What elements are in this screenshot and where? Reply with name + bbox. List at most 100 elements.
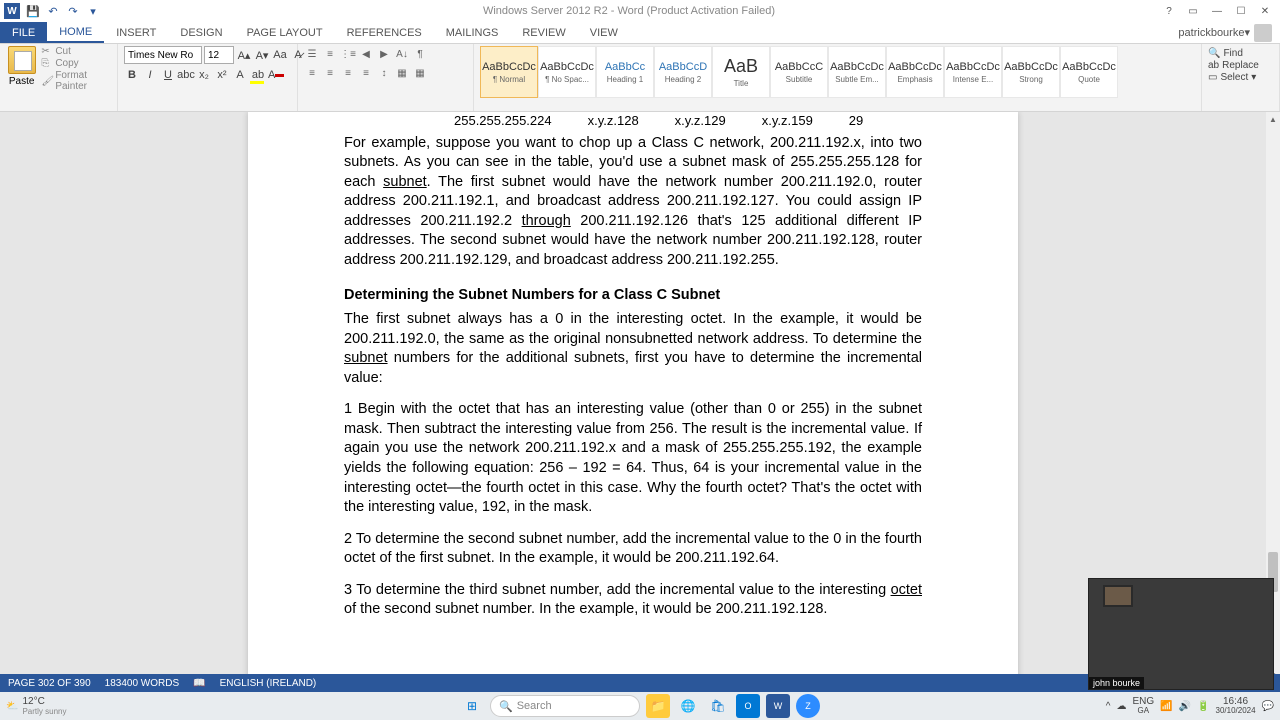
superscript-button[interactable]: x² xyxy=(214,67,230,83)
find-button[interactable]: 🔍Find xyxy=(1208,48,1259,59)
temperature: 12°C xyxy=(22,696,66,707)
task-word-icon[interactable]: W xyxy=(766,694,790,718)
select-button[interactable]: ▭Select ▾ xyxy=(1208,72,1259,83)
style-emphasis[interactable]: AaBbCcDcEmphasis xyxy=(886,46,944,98)
task-edge-icon[interactable]: 🌐 xyxy=(676,694,700,718)
tab-references[interactable]: REFERENCES xyxy=(335,22,434,43)
task-zoom-icon[interactable]: Z xyxy=(796,694,820,718)
strikethrough-button[interactable]: abc xyxy=(178,67,194,83)
proofing-icon[interactable]: 📖 xyxy=(193,678,205,689)
word-icon: W xyxy=(4,3,20,19)
task-store-icon[interactable]: 🛍 xyxy=(706,694,730,718)
tab-file[interactable]: FILE xyxy=(0,22,47,43)
highlight-icon[interactable]: ab xyxy=(250,67,266,83)
tab-home[interactable]: HOME xyxy=(47,22,104,43)
change-case-icon[interactable]: Aa xyxy=(272,47,288,63)
shading-icon[interactable]: ▦ xyxy=(394,65,410,81)
shrink-font-icon[interactable]: A▾ xyxy=(254,47,270,63)
start-button[interactable]: ⊞ xyxy=(460,694,484,718)
grow-font-icon[interactable]: A▴ xyxy=(236,47,252,63)
sort-icon[interactable]: A↓ xyxy=(394,46,410,62)
word-count[interactable]: 183400 WORDS xyxy=(105,678,179,689)
weather-widget[interactable]: ⛅ 12°C Partly sunny xyxy=(6,696,66,716)
qat-customize-icon[interactable]: ▾ xyxy=(86,4,100,18)
page: 255.255.255.224 x.y.z.128 x.y.z.129 x.y.… xyxy=(248,112,1018,682)
search-box[interactable]: 🔍Search xyxy=(490,695,640,717)
tray-notifications-icon[interactable]: 💬 xyxy=(1262,701,1274,712)
font-name-input[interactable] xyxy=(124,46,202,64)
tab-page-layout[interactable]: PAGE LAYOUT xyxy=(235,22,335,43)
cut-button[interactable]: ✂Cut xyxy=(41,46,111,57)
tab-view[interactable]: VIEW xyxy=(578,22,630,43)
tray-volume-icon[interactable]: 🔊 xyxy=(1179,701,1191,712)
font-color-icon[interactable]: A xyxy=(268,67,284,83)
link-subnet-2[interactable]: subnet xyxy=(344,350,388,366)
tab-review[interactable]: REVIEW xyxy=(510,22,577,43)
paste-button[interactable]: Paste xyxy=(6,46,37,87)
user-name[interactable]: patrickbourke ▾ xyxy=(1170,22,1280,43)
style-heading-2[interactable]: AaBbCcDHeading 2 xyxy=(654,46,712,98)
align-right-icon[interactable]: ≡ xyxy=(340,65,356,81)
bullets-icon[interactable]: ☰ xyxy=(304,46,320,62)
subscript-button[interactable]: x₂ xyxy=(196,67,212,83)
close-icon[interactable]: ✕ xyxy=(1254,2,1276,20)
document-area[interactable]: 255.255.255.224 x.y.z.128 x.y.z.129 x.y.… xyxy=(0,112,1266,682)
bold-button[interactable]: B xyxy=(124,67,140,83)
task-outlook-icon[interactable]: O xyxy=(736,694,760,718)
justify-icon[interactable]: ≡ xyxy=(358,65,374,81)
numbering-icon[interactable]: ≡ xyxy=(322,46,338,62)
search-icon: 🔍 xyxy=(499,700,513,713)
italic-button[interactable]: I xyxy=(142,67,158,83)
increase-indent-icon[interactable]: ▶ xyxy=(376,46,392,62)
style--normal[interactable]: AaBbCcDc¶ Normal xyxy=(480,46,538,98)
group-font: A▴ A▾ Aa A̷ B I U abc x₂ x² A ab A xyxy=(118,44,298,111)
style-subtle-em-[interactable]: AaBbCcDcSubtle Em... xyxy=(828,46,886,98)
align-left-icon[interactable]: ≡ xyxy=(304,65,320,81)
tray-chevron-icon[interactable]: ^ xyxy=(1106,701,1111,712)
style-quote[interactable]: AaBbCcDcQuote xyxy=(1060,46,1118,98)
style-strong[interactable]: AaBbCcDcStrong xyxy=(1002,46,1060,98)
minimize-icon[interactable]: — xyxy=(1206,2,1228,20)
tray-onedrive-icon[interactable]: ☁ xyxy=(1116,701,1126,712)
style--no-spac-[interactable]: AaBbCcDc¶ No Spac... xyxy=(538,46,596,98)
align-center-icon[interactable]: ≡ xyxy=(322,65,338,81)
scroll-up-icon[interactable]: ▲ xyxy=(1266,112,1280,126)
tray-battery-icon[interactable]: 🔋 xyxy=(1197,701,1209,712)
tab-design[interactable]: DESIGN xyxy=(168,22,234,43)
copy-button[interactable]: ⎘Copy xyxy=(41,58,111,69)
link-octet[interactable]: octet xyxy=(891,582,922,598)
link-through[interactable]: through xyxy=(522,213,571,229)
text-effects-icon[interactable]: A xyxy=(232,67,248,83)
font-size-input[interactable] xyxy=(204,46,234,64)
styles-gallery[interactable]: AaBbCcDc¶ NormalAaBbCcDc¶ No Spac...AaBb… xyxy=(480,46,1118,98)
page-indicator[interactable]: PAGE 302 OF 390 xyxy=(8,678,91,689)
group-paragraph: ☰ ≡ ⋮≡ ◀ ▶ A↓ ¶ ≡ ≡ ≡ ≡ ↕ ▦ ▦ xyxy=(298,44,474,111)
paragraph-3: 1 Begin with the octet that has an inter… xyxy=(344,400,922,517)
style-title[interactable]: AaBTitle xyxy=(712,46,770,98)
style-subtitle[interactable]: AaBbCcCSubtitle xyxy=(770,46,828,98)
line-spacing-icon[interactable]: ↕ xyxy=(376,65,392,81)
show-marks-icon[interactable]: ¶ xyxy=(412,46,428,62)
save-icon[interactable]: 💾 xyxy=(26,4,40,18)
replace-button[interactable]: abReplace xyxy=(1208,60,1259,71)
tray-wifi-icon[interactable]: 📶 xyxy=(1160,701,1172,712)
maximize-icon[interactable]: ☐ xyxy=(1230,2,1252,20)
task-explorer-icon[interactable]: 📁 xyxy=(646,694,670,718)
undo-icon[interactable]: ↶ xyxy=(46,4,60,18)
format-painter-button[interactable]: 🖌Format Painter xyxy=(41,70,111,92)
underline-button[interactable]: U xyxy=(160,67,176,83)
help-icon[interactable]: ? xyxy=(1158,2,1180,20)
link-subnet[interactable]: subnet xyxy=(383,174,427,190)
borders-icon[interactable]: ▦ xyxy=(412,65,428,81)
style-intense-e-[interactable]: AaBbCcDcIntense E... xyxy=(944,46,1002,98)
multilevel-icon[interactable]: ⋮≡ xyxy=(340,46,356,62)
style-heading-1[interactable]: AaBbCcHeading 1 xyxy=(596,46,654,98)
paste-label: Paste xyxy=(9,76,35,87)
redo-icon[interactable]: ↷ xyxy=(66,4,80,18)
tab-insert[interactable]: INSERT xyxy=(104,22,168,43)
ribbon-display-icon[interactable]: ▭ xyxy=(1182,2,1204,20)
decrease-indent-icon[interactable]: ◀ xyxy=(358,46,374,62)
weather-desc: Partly sunny xyxy=(22,707,66,716)
tab-mailings[interactable]: MAILINGS xyxy=(434,22,511,43)
language-indicator[interactable]: ENGLISH (IRELAND) xyxy=(220,678,317,689)
